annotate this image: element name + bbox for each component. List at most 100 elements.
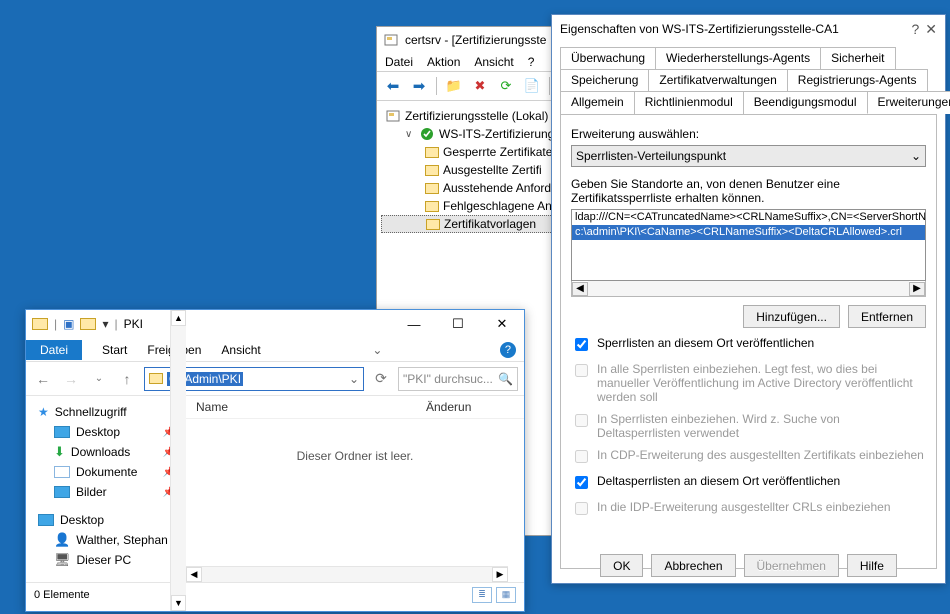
col-name[interactable]: Name [196,400,426,414]
sidebar-item-documents[interactable]: Dokumente📌 [30,462,181,482]
sidebar-quickaccess[interactable]: ★Schnellzugriff [30,402,181,422]
sidebar-item-label: Desktop [76,425,120,439]
tab-storage[interactable]: Speicherung [560,69,649,91]
back-icon[interactable]: ← [32,368,54,390]
search-placeholder: "PKI" durchsuc... [403,372,493,386]
sidebar-item-desktop[interactable]: Desktop📌 [30,422,181,442]
scroll-left-icon[interactable]: ◀ [572,282,588,296]
expand-icon[interactable]: ∨ [405,129,415,140]
extension-dropdown-value: Sperrlisten-Verteilungspunkt [576,149,726,163]
folder-up-icon[interactable]: 📁 [442,75,466,97]
help-icon[interactable]: ? [500,342,516,358]
recent-icon[interactable]: ⌄ [88,368,110,390]
list-horizontal-scrollbar[interactable]: ◀ ▶ [571,281,926,297]
empty-folder-text: Dieser Ordner ist leer. [186,449,524,463]
help-button[interactable]: Hilfe [847,554,897,577]
help-question-icon[interactable]: ? [911,21,919,38]
delete-icon[interactable]: ✖ [468,75,492,97]
sidebar-desktop-root[interactable]: Desktop [30,510,181,530]
add-button[interactable]: Hinzufügen... [743,305,840,328]
certsrv-title-text: certsrv - [Zertifizierungsste [405,33,546,47]
sidebar-item-label: Schnellzugriff [55,405,127,419]
properties-dialog: Eigenschaften von WS-ITS-Zertifizierungs… [551,14,946,584]
tab-exit-module[interactable]: Beendigungsmodul [743,91,868,114]
explorer-window: | ▣ ▾ | PKI — ☐ ✕ Datei Start Freigeben … [25,309,525,612]
check-publish-delta[interactable]: Deltasperrlisten an diesem Ort veröffent… [571,474,926,492]
qat-chevron-icon[interactable]: ▾ [102,317,108,331]
ok-button[interactable]: OK [600,554,643,577]
search-box[interactable]: "PKI" durchsuc... 🔍 [398,367,518,391]
search-icon: 🔍 [498,372,513,386]
checkbox[interactable] [575,476,588,489]
new-folder-icon[interactable] [80,318,96,330]
refresh-icon[interactable]: ⟳ [370,368,392,390]
sidebar-item-user[interactable]: 👤Walther, Stephan [30,530,181,550]
sidebar-item-label: Walther, Stephan [76,533,168,547]
check-include-idp: In die IDP-Erweiterung ausgestellter CRL… [571,500,926,518]
refresh-icon[interactable]: ⟳ [494,75,518,97]
menu-help[interactable]: ? [528,55,535,69]
scroll-right-icon[interactable]: ▶ [492,567,508,582]
close-icon[interactable]: ✕ [480,310,524,338]
tab-auditing[interactable]: Überwachung [560,47,656,69]
props-titlebar[interactable]: Eigenschaften von WS-ITS-Zertifizierungs… [552,15,945,43]
scroll-down-icon[interactable]: ▼ [171,595,186,611]
view-details-icon[interactable]: ≣ [472,587,492,603]
forward-icon[interactable]: ➡ [407,75,431,97]
ribbon-view[interactable]: Ansicht [221,343,260,357]
list-item[interactable]: c:\admin\PKI\<CaName><CRLNameSuffix><Del… [572,225,925,240]
menu-file[interactable]: Datei [385,55,413,69]
scroll-right-icon[interactable]: ▶ [909,282,925,296]
tab-cert-management[interactable]: Zertifikatverwaltungen [648,69,787,91]
tab-extensions[interactable]: Erweiterungen [867,91,950,114]
sidebar-item-label: Dokumente [76,465,137,479]
checkbox[interactable] [575,338,588,351]
tab-general[interactable]: Allgemein [560,91,635,114]
folder-icon [425,183,439,194]
minimize-icon[interactable]: — [392,310,436,338]
maximize-icon[interactable]: ☐ [436,310,480,338]
tab-security[interactable]: Sicherheit [820,47,895,69]
tree-item-label: Zertifikatvorlagen [444,217,536,231]
forward-icon[interactable]: → [60,368,82,390]
ribbon-file[interactable]: Datei [26,340,82,360]
export-icon[interactable]: 📄 [520,75,544,97]
cancel-button[interactable]: Abbrechen [651,554,735,577]
scroll-track[interactable] [588,281,909,296]
menu-action[interactable]: Aktion [427,55,460,69]
explorer-titlebar[interactable]: | ▣ ▾ | PKI — ☐ ✕ [26,310,524,338]
sidebar-item-thispc[interactable]: 🖥Dieser PC [30,550,181,570]
address-chevron-icon[interactable]: ⌄ [349,372,359,386]
sidebar-vertical-scrollbar[interactable]: ▲▼ [170,310,186,611]
content-horizontal-scrollbar[interactable]: ◀▶ [186,566,508,582]
sidebar-item-label: Downloads [71,445,130,459]
tab-enrollment-agents[interactable]: Registrierungs-Agents [787,69,928,91]
menu-view[interactable]: Ansicht [474,55,513,69]
back-icon[interactable]: ⬅ [381,75,405,97]
folder-icon [425,201,439,212]
scroll-left-icon[interactable]: ◀ [186,567,202,582]
remove-button[interactable]: Entfernen [848,305,926,328]
locations-listbox[interactable]: ldap:///CN=<CATruncatedName><CRLNameSuff… [571,209,926,281]
check-publish-crl[interactable]: Sperrlisten an diesem Ort veröffentliche… [571,336,926,354]
tab-policy-module[interactable]: Richtlinienmodul [634,91,744,114]
col-modified[interactable]: Änderun [426,400,471,414]
list-item[interactable]: ldap:///CN=<CATruncatedName><CRLNameSuff… [572,210,925,225]
explorer-sidebar[interactable]: ★Schnellzugriff Desktop📌 ⬇Downloads📌 Dok… [26,396,186,582]
checkbox [575,502,588,515]
sidebar-item-pictures[interactable]: Bilder📌 [30,482,181,502]
view-large-icon[interactable]: ▦ [496,587,516,603]
properties-icon[interactable]: ▣ [63,317,74,331]
close-icon[interactable]: ✕ [925,21,937,38]
sidebar-item-label: Desktop [60,513,104,527]
extension-dropdown[interactable]: Sperrlisten-Verteilungspunkt ⌄ [571,145,926,167]
up-icon[interactable]: ↑ [116,368,138,390]
explorer-content[interactable]: Name Änderun Dieser Ordner ist leer. ◀▶ [186,396,524,582]
ribbon-start[interactable]: Start [102,343,127,357]
column-headers[interactable]: Name Änderun [186,396,524,419]
explorer-statusbar: 0 Elemente ≣ ▦ [26,582,524,606]
sidebar-item-downloads[interactable]: ⬇Downloads📌 [30,442,181,462]
tab-recovery-agents[interactable]: Wiederherstellungs-Agents [655,47,821,69]
scroll-up-icon[interactable]: ▲ [171,310,186,326]
ribbon-expand-icon[interactable]: ⌄ [372,343,382,357]
